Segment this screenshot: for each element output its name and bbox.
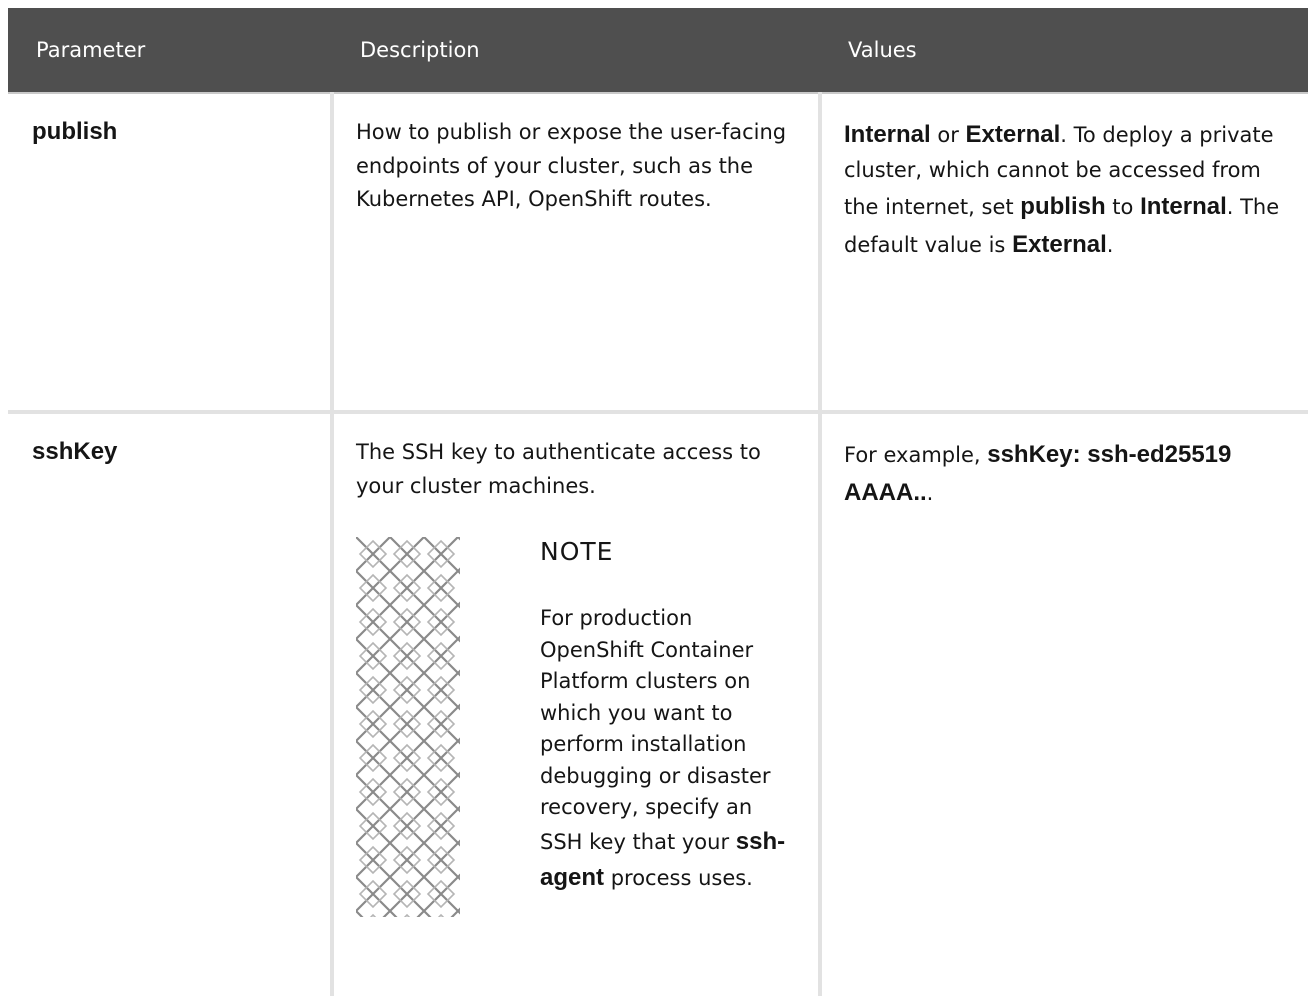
param-cell: sshKey bbox=[8, 412, 334, 996]
param-name: sshKey bbox=[32, 438, 118, 465]
note-body: NOTE For production OpenShift Container … bbox=[460, 537, 800, 917]
param-cell: publish bbox=[8, 93, 334, 414]
description-cell: The SSH key to authenticate access to yo… bbox=[332, 412, 822, 996]
description-text: How to publish or expose the user-facing… bbox=[356, 120, 787, 212]
note-text-before: For production OpenShift Container Platf… bbox=[540, 606, 771, 854]
table-row: sshKey The SSH key to authenticate acces… bbox=[8, 412, 1308, 996]
value-code: Internal bbox=[1140, 192, 1227, 220]
table-header-row: Parameter Description Values bbox=[8, 8, 1308, 94]
parameters-table: Parameter Description Values publish How… bbox=[8, 8, 1308, 996]
value-code: Internal bbox=[844, 121, 931, 148]
note-text-after: process uses. bbox=[604, 865, 753, 890]
description-text: The SSH key to authenticate access to yo… bbox=[356, 440, 761, 498]
header-values: Values bbox=[820, 8, 1308, 94]
value-text: . bbox=[926, 481, 934, 506]
value-code: publish bbox=[1020, 192, 1106, 220]
note-text: For production OpenShift Container Platf… bbox=[540, 603, 800, 896]
value-text: For example, bbox=[844, 443, 988, 467]
note-admonition: NOTE For production OpenShift Container … bbox=[356, 537, 800, 918]
page: Parameter Description Values publish How… bbox=[0, 0, 1308, 996]
value-code: External bbox=[965, 121, 1061, 148]
value-code: External bbox=[1012, 231, 1107, 259]
param-name: publish bbox=[32, 118, 118, 145]
description-cell: How to publish or expose the user-facing… bbox=[332, 93, 822, 414]
values-cell: For example, sshKey: ssh-ed25519 AAAA... bbox=[820, 412, 1308, 996]
header-parameter: Parameter bbox=[8, 8, 332, 94]
value-text: or bbox=[930, 123, 966, 147]
header-description: Description bbox=[332, 8, 820, 94]
note-pattern-icon bbox=[356, 537, 460, 918]
value-text: . bbox=[1106, 233, 1114, 258]
table-row: publish How to publish or expose the use… bbox=[8, 93, 1308, 414]
values-cell: Internal or External. To deploy a privat… bbox=[820, 93, 1308, 414]
value-text: to bbox=[1105, 194, 1141, 219]
note-title: NOTE bbox=[540, 537, 614, 567]
